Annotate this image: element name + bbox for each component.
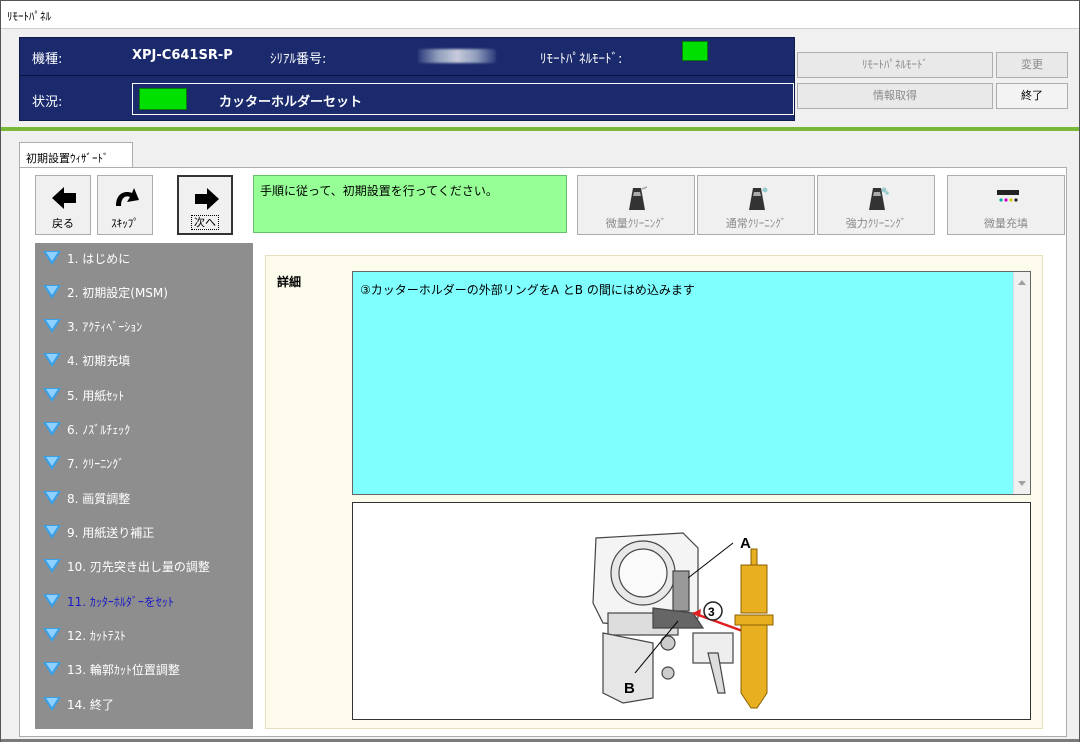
skip-label: ｽｷｯﾌﾟ: [111, 217, 139, 230]
serial-label: ｼﾘｱﾙ番号:: [270, 52, 327, 67]
step-item[interactable]: 7. ｸﾘｰﾆﾝｸﾞ: [43, 448, 253, 476]
change-button[interactable]: 変更: [996, 52, 1068, 78]
strong-cleaning-button[interactable]: 強力ｸﾘｰﾆﾝｸﾞ: [817, 175, 935, 235]
header-row-model: 機種: XPJ-C641SR-P ｼﾘｱﾙ番号: ﾘﾓｰﾄﾊﾟﾈﾙﾓｰﾄﾞ:: [20, 38, 794, 76]
skip-curve-arrow-icon: [116, 188, 139, 206]
get-info-button[interactable]: 情報取得: [797, 83, 993, 109]
model-value: XPJ-C641SR-P: [132, 48, 233, 63]
status-value: カッターホルダーセット: [219, 95, 363, 110]
step-label: 9. 用紙送り補正: [67, 526, 155, 540]
step-triangle-icon: [43, 456, 61, 470]
step-label: 5. 用紙ｾｯﾄ: [67, 389, 125, 403]
next-button[interactable]: 次へ: [177, 175, 233, 235]
exit-button[interactable]: 終了: [996, 83, 1068, 109]
status-indicator: [139, 88, 187, 110]
light-fill-label: 微量充填: [984, 217, 1028, 230]
scroll-up-icon[interactable]: [1018, 280, 1026, 285]
step-label: 13. 輪郭ｶｯﾄ位置調整: [67, 663, 180, 677]
step-triangle-icon: [43, 422, 61, 436]
printhead-clean-icon: [749, 187, 768, 210]
figure-label-a: A: [740, 535, 751, 552]
light-cleaning-label: 微量ｸﾘｰﾆﾝｸﾞ: [605, 217, 667, 230]
step-label: 1. はじめに: [67, 252, 131, 266]
remote-panel-window: ﾘﾓｰﾄﾊﾟﾈﾙ 機種: XPJ-C641SR-P ｼﾘｱﾙ番号: ﾘﾓｰﾄﾊﾟ…: [0, 0, 1080, 742]
tab-initial-setup-wizard[interactable]: 初期設置ｳｨｻﾞｰﾄﾞ: [19, 142, 133, 168]
figure-label-step: 3: [708, 605, 715, 619]
step-item-current[interactable]: 11. ｶｯﾀｰﾎﾙﾀﾞｰをｾｯﾄ: [43, 586, 253, 614]
step-triangle-icon: [43, 525, 61, 539]
ink-fill-icon: [997, 190, 1019, 202]
step-label: 4. 初期充填: [67, 354, 131, 368]
detail-textarea[interactable]: ③カッターホルダーの外部リングをA とB の間にはめ込みます: [352, 271, 1031, 495]
normal-cleaning-label: 通常ｸﾘｰﾆﾝｸﾞ: [725, 217, 787, 230]
window-title: ﾘﾓｰﾄﾊﾟﾈﾙ: [7, 10, 51, 23]
step-item[interactable]: 6. ﾉｽﾞﾙﾁｪｯｸ: [43, 414, 253, 442]
step-label: 12. ｶｯﾄﾃｽﾄ: [67, 629, 126, 643]
step-label: 11. ｶｯﾀｰﾎﾙﾀﾞｰをｾｯﾄ: [67, 595, 174, 609]
arrow-right-icon: [195, 188, 219, 210]
step-item[interactable]: 8. 画質調整: [43, 483, 253, 511]
light-fill-button[interactable]: 微量充填: [947, 175, 1065, 235]
remote-mode-indicator: [682, 41, 708, 61]
step-triangle-icon: [43, 491, 61, 505]
status-label: 状況:: [32, 95, 63, 110]
printhead-clean-icon: [629, 186, 648, 210]
step-item[interactable]: 10. 刃先突き出し量の調整: [43, 551, 253, 579]
remote-mode-label: ﾘﾓｰﾄﾊﾟﾈﾙﾓｰﾄﾞ:: [540, 52, 623, 67]
wizard-steps-list: 1. はじめに 2. 初期設定(MSM) 3. ｱｸﾃｨﾍﾞｰｼｮﾝ 4. 初期…: [35, 243, 253, 729]
skip-button[interactable]: ｽｷｯﾌﾟ: [97, 175, 153, 235]
step-label: 14. 終了: [67, 698, 114, 712]
remote-panel-mode-button[interactable]: ﾘﾓｰﾄﾊﾟﾈﾙﾓｰﾄﾞ: [797, 52, 993, 78]
step-label: 8. 画質調整: [67, 492, 131, 506]
step-triangle-icon: [43, 251, 61, 265]
step-triangle-icon: [43, 697, 61, 711]
cutter-holder-diagram: A B 3: [592, 532, 774, 709]
step-item[interactable]: 2. 初期設定(MSM): [43, 277, 253, 305]
strong-cleaning-label: 強力ｸﾘｰﾆﾝｸﾞ: [845, 217, 907, 230]
normal-cleaning-button[interactable]: 通常ｸﾘｰﾆﾝｸﾞ: [697, 175, 815, 235]
model-label: 機種:: [32, 52, 63, 67]
step-item[interactable]: 9. 用紙送り補正: [43, 517, 253, 545]
step-triangle-icon: [43, 319, 61, 333]
detail-scrollbar[interactable]: [1013, 272, 1030, 494]
step-label: 7. ｸﾘｰﾆﾝｸﾞ: [67, 457, 125, 471]
header-divider: [1, 127, 1079, 131]
step-triangle-icon: [43, 285, 61, 299]
detail-label: 詳細: [277, 275, 302, 289]
step-triangle-icon: [43, 388, 61, 402]
step-triangle-icon: [43, 662, 61, 676]
step-triangle-icon: [43, 559, 61, 573]
next-label: 次へ: [191, 215, 219, 230]
figure-label-b: B: [624, 680, 635, 697]
scroll-down-icon[interactable]: [1018, 481, 1026, 486]
step-item[interactable]: 3. ｱｸﾃｨﾍﾞｰｼｮﾝ: [43, 311, 253, 339]
step-item[interactable]: 5. 用紙ｾｯﾄ: [43, 380, 253, 408]
step-label: 6. ﾉｽﾞﾙﾁｪｯｸ: [67, 423, 131, 437]
light-cleaning-button[interactable]: 微量ｸﾘｰﾆﾝｸﾞ: [577, 175, 695, 235]
title-bar: ﾘﾓｰﾄﾊﾟﾈﾙ: [1, 1, 1079, 29]
step-label: 3. ｱｸﾃｨﾍﾞｰｼｮﾝ: [67, 320, 143, 334]
step-triangle-icon: [43, 594, 61, 608]
next-label-wrap: 次へ: [179, 214, 231, 230]
step-label: 10. 刃先突き出し量の調整: [67, 560, 210, 574]
detail-text: ③カッターホルダーの外部リングをA とB の間にはめ込みます: [360, 283, 695, 297]
step-item[interactable]: 14. 終了: [43, 689, 253, 717]
instruction-box: 手順に従って、初期設置を行ってください。: [253, 175, 567, 233]
back-label: 戻る: [52, 217, 74, 230]
step-label: 2. 初期設定(MSM): [67, 286, 168, 300]
status-box: カッターホルダーセット: [132, 83, 794, 115]
step-triangle-icon: [43, 353, 61, 367]
printhead-clean-icon: [869, 187, 889, 210]
arrow-left-icon: [52, 187, 76, 209]
step-triangle-icon: [43, 628, 61, 642]
header-panel: 機種: XPJ-C641SR-P ｼﾘｱﾙ番号: ﾘﾓｰﾄﾊﾟﾈﾙﾓｰﾄﾞ: 状…: [19, 37, 795, 121]
header-row-status: 状況: カッターホルダーセット: [20, 76, 794, 122]
back-button[interactable]: 戻る: [35, 175, 91, 235]
step-item[interactable]: 12. ｶｯﾄﾃｽﾄ: [43, 620, 253, 648]
step-item[interactable]: 13. 輪郭ｶｯﾄ位置調整: [43, 654, 253, 682]
step-item[interactable]: 4. 初期充填: [43, 345, 253, 373]
step-item[interactable]: 1. はじめに: [43, 243, 253, 271]
instruction-illustration: A B 3: [352, 502, 1031, 720]
serial-value-redacted: [418, 49, 496, 63]
